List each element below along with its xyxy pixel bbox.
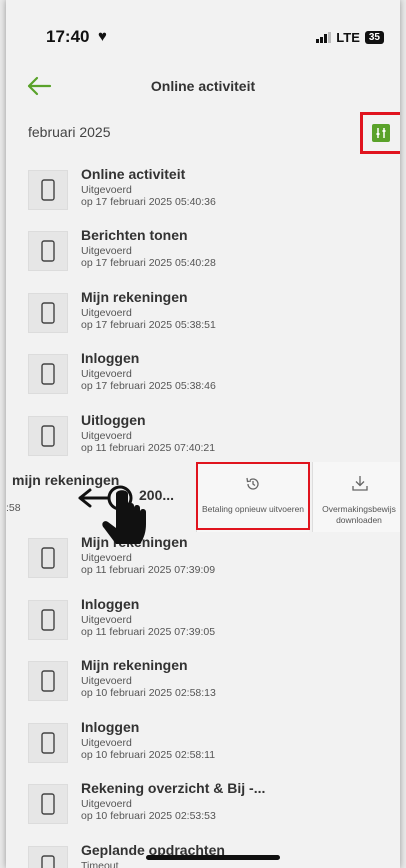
home-indicator [146, 855, 280, 860]
phone-icon [28, 846, 68, 868]
list-item[interactable]: Mijn rekeningen Uitgevoerd op 17 februar… [6, 289, 400, 351]
item-title: Rekening overzicht & Bij -... [81, 780, 266, 796]
status-time: 17:40 [46, 27, 90, 46]
phone-icon [28, 293, 68, 333]
item-status: Uitgevoerd [81, 184, 132, 196]
battery-icon: 35 [364, 31, 384, 44]
item-title: Inloggen [81, 719, 140, 735]
item-date: op 17 februari 2025 05:38:46 [81, 380, 216, 392]
item-status: Uitgevoerd [81, 368, 132, 380]
phone-screen: 17:40 ♥ LTE 35 Online activiteit februar… [6, 0, 400, 868]
list-item[interactable]: Berichten tonen Uitgevoerd op 17 februar… [6, 227, 400, 289]
list-item[interactable]: Mijn rekeningen Uitgevoerd op 10 februar… [6, 657, 400, 719]
filter-button[interactable] [372, 124, 390, 142]
item-title: Uitloggen [81, 412, 146, 428]
item-date: op 10 februari 2025 02:53:53 [81, 810, 216, 822]
download-icon [352, 476, 368, 491]
item-date: op 17 februari 2025 05:38:51 [81, 319, 216, 331]
item-date: op 17 februari 2025 05:40:36 [81, 196, 216, 208]
phone-icon [28, 231, 68, 271]
item-date: op 10 februari 2025 02:58:13 [81, 687, 216, 699]
list-item[interactable]: Mijn rekeningen Uitgevoerd op 11 februar… [6, 534, 400, 596]
phone-icon [28, 416, 68, 456]
item-status: Uitgevoerd [81, 675, 132, 687]
item-title: Mijn rekeningen [81, 657, 188, 673]
item-status: Uitgevoerd [81, 614, 132, 626]
status-bar: 17:40 ♥ LTE 35 [6, 0, 400, 70]
item-date: op 10 februari 2025 02:58:11 [81, 749, 216, 761]
item-title: Online activiteit [81, 166, 186, 182]
phone-icon [28, 784, 68, 824]
redo-highlight-box [196, 462, 310, 530]
phone-icon [28, 170, 68, 210]
item-date: op 11 februari 2025 07:39:09 [81, 564, 216, 576]
item-status: Uitgevoerd [81, 307, 132, 319]
phone-icon [28, 354, 68, 394]
network-label: LTE [336, 30, 360, 45]
month-label: februari 2025 [28, 124, 111, 140]
item-title: Inloggen [81, 596, 140, 612]
item-title: Mijn rekeningen [81, 289, 188, 305]
phone-icon [28, 600, 68, 640]
item-title: Inloggen [81, 350, 140, 366]
page-title: Online activiteit [150, 78, 256, 94]
item-status: Uitgevoerd [81, 245, 132, 257]
item-date: op 11 februari 2025 07:40:21 [81, 442, 216, 454]
phone-icon [28, 538, 68, 578]
list-item[interactable]: Inloggen Uitgevoerd op 11 februari 2025 … [6, 596, 400, 658]
phone-icon [28, 661, 68, 701]
phone-icon [28, 723, 68, 763]
list-item[interactable]: Inloggen Uitgevoerd op 10 februari 2025 … [6, 719, 400, 781]
status-right: LTE 35 [316, 30, 384, 45]
list-item[interactable]: Rekening overzicht & Bij -... Uitgevoerd… [6, 780, 400, 842]
item-status: Timeout [81, 860, 119, 868]
list-item[interactable]: Inloggen Uitgevoerd op 17 februari 2025 … [6, 350, 400, 412]
item-date: op 17 februari 2025 05:40:28 [81, 257, 216, 269]
swipe-hand-icon [78, 485, 146, 544]
signal-icon [316, 32, 332, 43]
item-date: op 11 februari 2025 07:39:05 [81, 626, 216, 638]
swiped-row[interactable]: mijn rekeningen :58 200... Betaling opni… [6, 462, 400, 532]
download-proof-button[interactable]: Overmakingsbewijs downloaden [312, 462, 400, 532]
download-proof-label: Overmakingsbewijs downloaden [322, 504, 396, 525]
swiped-row-time: :58 [6, 502, 21, 514]
sliders-icon [376, 128, 386, 138]
item-status: Uitgevoerd [81, 430, 132, 442]
item-title: Berichten tonen [81, 227, 188, 243]
item-status: Uitgevoerd [81, 737, 132, 749]
top-bar: Online activiteit [6, 70, 400, 106]
item-status: Uitgevoerd [81, 798, 132, 810]
list-item[interactable]: Online activiteit Uitgevoerd op 17 febru… [6, 166, 400, 228]
heart-icon: ♥ [98, 28, 107, 45]
